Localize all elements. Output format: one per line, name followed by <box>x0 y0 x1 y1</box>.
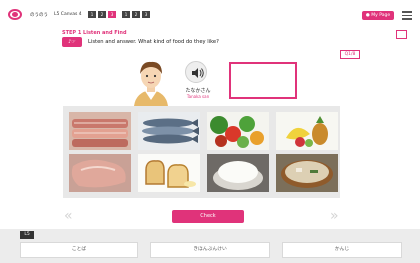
app-name: のうのう <box>30 13 48 18</box>
food-card-soup[interactable] <box>276 154 338 192</box>
level-badge: L5 <box>20 231 34 239</box>
food-card-fruit[interactable] <box>276 112 338 150</box>
notes-toggle-icon[interactable] <box>396 30 407 39</box>
speaker-name: たなかさん <box>185 88 211 94</box>
my-page-button[interactable]: ● My Page <box>362 11 394 20</box>
instruction-text: Listen and answer. What kind of food do … <box>88 39 219 45</box>
check-button[interactable]: Check <box>172 210 244 223</box>
breadcrumb: 1 2 3 1 2 3 <box>88 11 150 18</box>
food-card-fish[interactable] <box>138 112 200 150</box>
tab-vocabulary[interactable]: ことば <box>20 242 138 258</box>
play-audio-button[interactable] <box>185 61 207 83</box>
listen-tap-icon: ♪☞ <box>62 37 82 47</box>
hamburger-menu-icon[interactable] <box>402 11 412 20</box>
food-card-rice[interactable] <box>207 154 269 192</box>
course-label: L5 Canvas 4 <box>54 12 82 17</box>
previous-arrow-button[interactable]: « <box>64 209 73 223</box>
breadcrumb-item[interactable]: 2 <box>98 11 106 18</box>
breadcrumb-item[interactable]: 3 <box>142 11 150 18</box>
food-card-vegetables[interactable] <box>207 112 269 150</box>
tab-basic-sentences[interactable]: きほんぶんけい <box>150 242 270 258</box>
my-page-label: My Page <box>371 13 391 18</box>
next-arrow-button[interactable]: » <box>330 209 339 223</box>
speaker-icon <box>192 68 204 78</box>
step-title: STEP 1 Listen and Find <box>62 30 127 36</box>
food-choice-panel <box>63 106 340 198</box>
tab-kanji[interactable]: かんじ <box>282 242 402 258</box>
question-counter-badge: Q1/8 <box>340 50 360 59</box>
top-bar: のうのう L5 Canvas 4 1 2 3 1 2 3 ● My Page <box>0 0 420 28</box>
food-card-bacon[interactable] <box>69 112 131 150</box>
food-card-meat[interactable] <box>69 154 131 192</box>
answer-drop-zone[interactable] <box>229 62 297 99</box>
speaker-romaji: Tanaka san <box>186 94 210 99</box>
breadcrumb-item[interactable]: 3 <box>108 11 116 18</box>
speaker-avatar <box>130 56 172 106</box>
breadcrumb-item[interactable]: 1 <box>122 11 130 18</box>
food-card-toast[interactable] <box>138 154 200 192</box>
breadcrumb-item[interactable]: 1 <box>88 11 96 18</box>
breadcrumb-item[interactable]: 2 <box>132 11 140 18</box>
app-logo-icon[interactable] <box>8 9 22 20</box>
